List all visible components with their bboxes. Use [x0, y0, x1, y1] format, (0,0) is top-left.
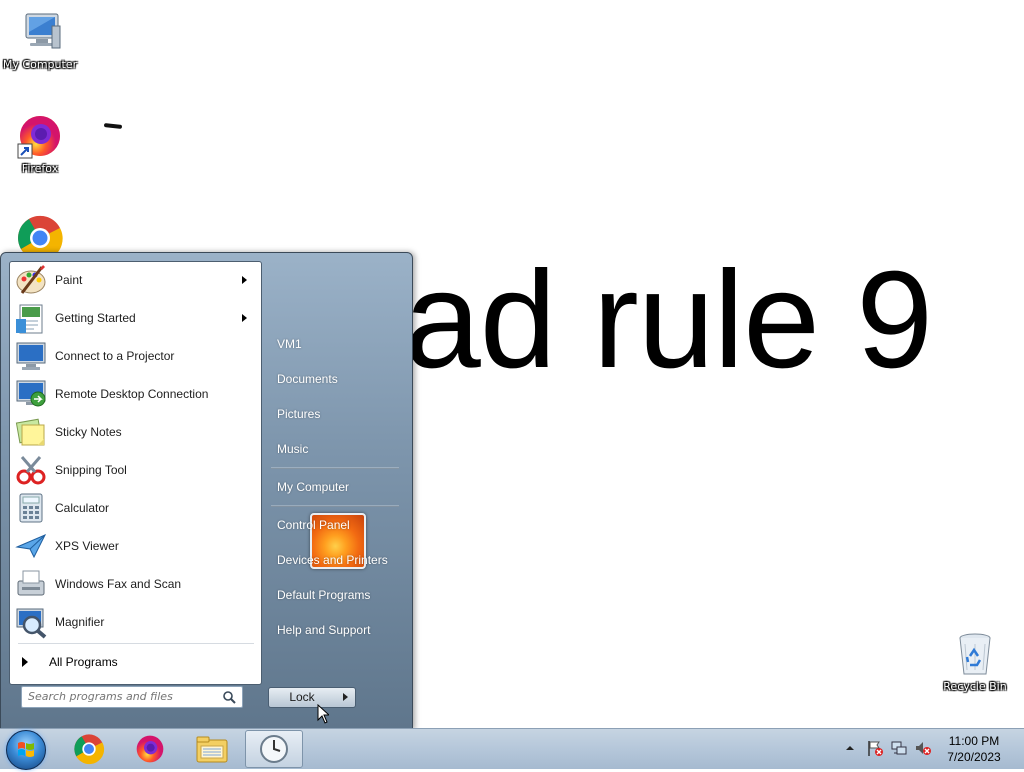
remote-desktop-icon	[14, 377, 48, 411]
desktop-icon-label: My Computer	[2, 58, 78, 71]
desktop-icon-firefox[interactable]: Firefox	[0, 112, 80, 175]
start-link-pictures[interactable]: Pictures	[277, 407, 320, 421]
divider	[271, 505, 399, 507]
program-label: Snipping Tool	[55, 463, 127, 477]
projector-icon	[14, 339, 48, 373]
program-label: Windows Fax and Scan	[55, 577, 182, 591]
windows-logo-icon	[18, 742, 34, 757]
clock-icon	[260, 735, 288, 763]
search-icon[interactable]	[222, 690, 236, 704]
snipping-tool-icon	[14, 453, 48, 487]
start-link-vm1[interactable]: VM1	[277, 337, 302, 351]
chrome-icon	[74, 734, 105, 765]
start-link-music[interactable]: Music	[277, 442, 308, 456]
desktop-icon-recycle-bin[interactable]: Recycle Bin	[935, 630, 1015, 693]
program-label: Magnifier	[55, 615, 105, 629]
program-windows-fax-and-scan[interactable]: Windows Fax and Scan	[12, 566, 259, 602]
program-paint[interactable]: Paint	[12, 262, 259, 298]
magnifier-icon	[14, 605, 48, 639]
wallpaper-text: ad rule 9	[404, 243, 933, 397]
recycle-bin-icon	[951, 630, 999, 678]
action-center-flag-icon[interactable]	[866, 728, 884, 768]
computer-icon	[16, 8, 64, 56]
search-input[interactable]	[22, 687, 218, 705]
submenu-arrow-icon[interactable]	[242, 276, 247, 284]
volume-muted-icon[interactable]	[914, 728, 932, 768]
program-remote-desktop-connection[interactable]: Remote Desktop Connection	[12, 376, 259, 412]
program-label: Remote Desktop Connection	[55, 387, 209, 401]
divider	[18, 643, 254, 644]
program-label: Paint	[55, 273, 83, 287]
shutdown-options-arrow-icon[interactable]	[335, 687, 356, 708]
getting-started-icon	[14, 301, 48, 335]
start-link-control-panel[interactable]: Control Panel	[277, 518, 350, 532]
all-programs-button[interactable]: All Programs	[12, 650, 259, 674]
wallpaper-mark	[103, 123, 123, 129]
start-link-default-programs[interactable]: Default Programs	[277, 588, 370, 602]
desktop-icon-label: Firefox	[21, 162, 59, 175]
show-hidden-icons-icon[interactable]	[843, 728, 857, 768]
program-label: Connect to a Projector	[55, 349, 175, 363]
program-label: XPS Viewer	[55, 539, 119, 553]
taskbar-clock[interactable]: 11:00 PM 7/20/2023	[936, 733, 1012, 765]
program-connect-to-a-projector[interactable]: Connect to a Projector	[12, 338, 259, 374]
program-label: Getting Started	[55, 311, 136, 325]
clock-date: 7/20/2023	[947, 750, 1001, 764]
file-explorer-icon	[196, 736, 228, 763]
start-link-devices-and-printers[interactable]: Devices and Printers	[277, 553, 388, 567]
taskbar-chrome[interactable]	[60, 730, 118, 768]
program-getting-started[interactable]: Getting Started	[12, 300, 259, 336]
submenu-arrow-icon[interactable]	[242, 314, 247, 322]
firefox-icon	[16, 112, 64, 160]
start-button[interactable]	[6, 730, 46, 770]
xps-viewer-icon	[14, 529, 48, 563]
taskbar-clock-app[interactable]	[245, 730, 303, 768]
clock-time: 11:00 PM	[948, 734, 1000, 748]
program-calculator[interactable]: Calculator	[12, 490, 259, 526]
program-label: Calculator	[55, 501, 110, 515]
arrow-right-icon	[22, 657, 28, 667]
program-sticky-notes[interactable]: Sticky Notes	[12, 414, 259, 450]
programs-pane: Paint Getting Started Connect to a Proje…	[9, 261, 262, 685]
start-link-documents[interactable]: Documents	[277, 372, 338, 386]
all-programs-label: All Programs	[49, 655, 118, 669]
desktop-icon-label: Recycle Bin	[943, 680, 1007, 693]
program-label: Sticky Notes	[55, 425, 122, 439]
search-box	[21, 686, 243, 708]
paint-icon	[14, 263, 48, 297]
mouse-cursor-icon	[317, 703, 331, 724]
program-snipping-tool[interactable]: Snipping Tool	[12, 452, 259, 488]
start-menu: Paint Getting Started Connect to a Proje…	[0, 252, 413, 730]
program-magnifier[interactable]: Magnifier	[12, 604, 259, 640]
firefox-icon	[136, 735, 164, 763]
start-link-my-computer[interactable]: My Computer	[277, 480, 349, 494]
network-icon[interactable]	[890, 728, 908, 768]
fax-scan-icon	[14, 567, 48, 601]
divider	[271, 467, 399, 469]
desktop-icon-my-computer[interactable]: My Computer	[0, 8, 80, 71]
taskbar-file-explorer[interactable]	[183, 730, 241, 768]
program-xps-viewer[interactable]: XPS Viewer	[12, 528, 259, 564]
start-link-help-and-support[interactable]: Help and Support	[277, 623, 370, 637]
taskbar-firefox[interactable]	[121, 730, 179, 768]
sticky-notes-icon	[14, 415, 48, 449]
calculator-icon	[14, 491, 48, 525]
